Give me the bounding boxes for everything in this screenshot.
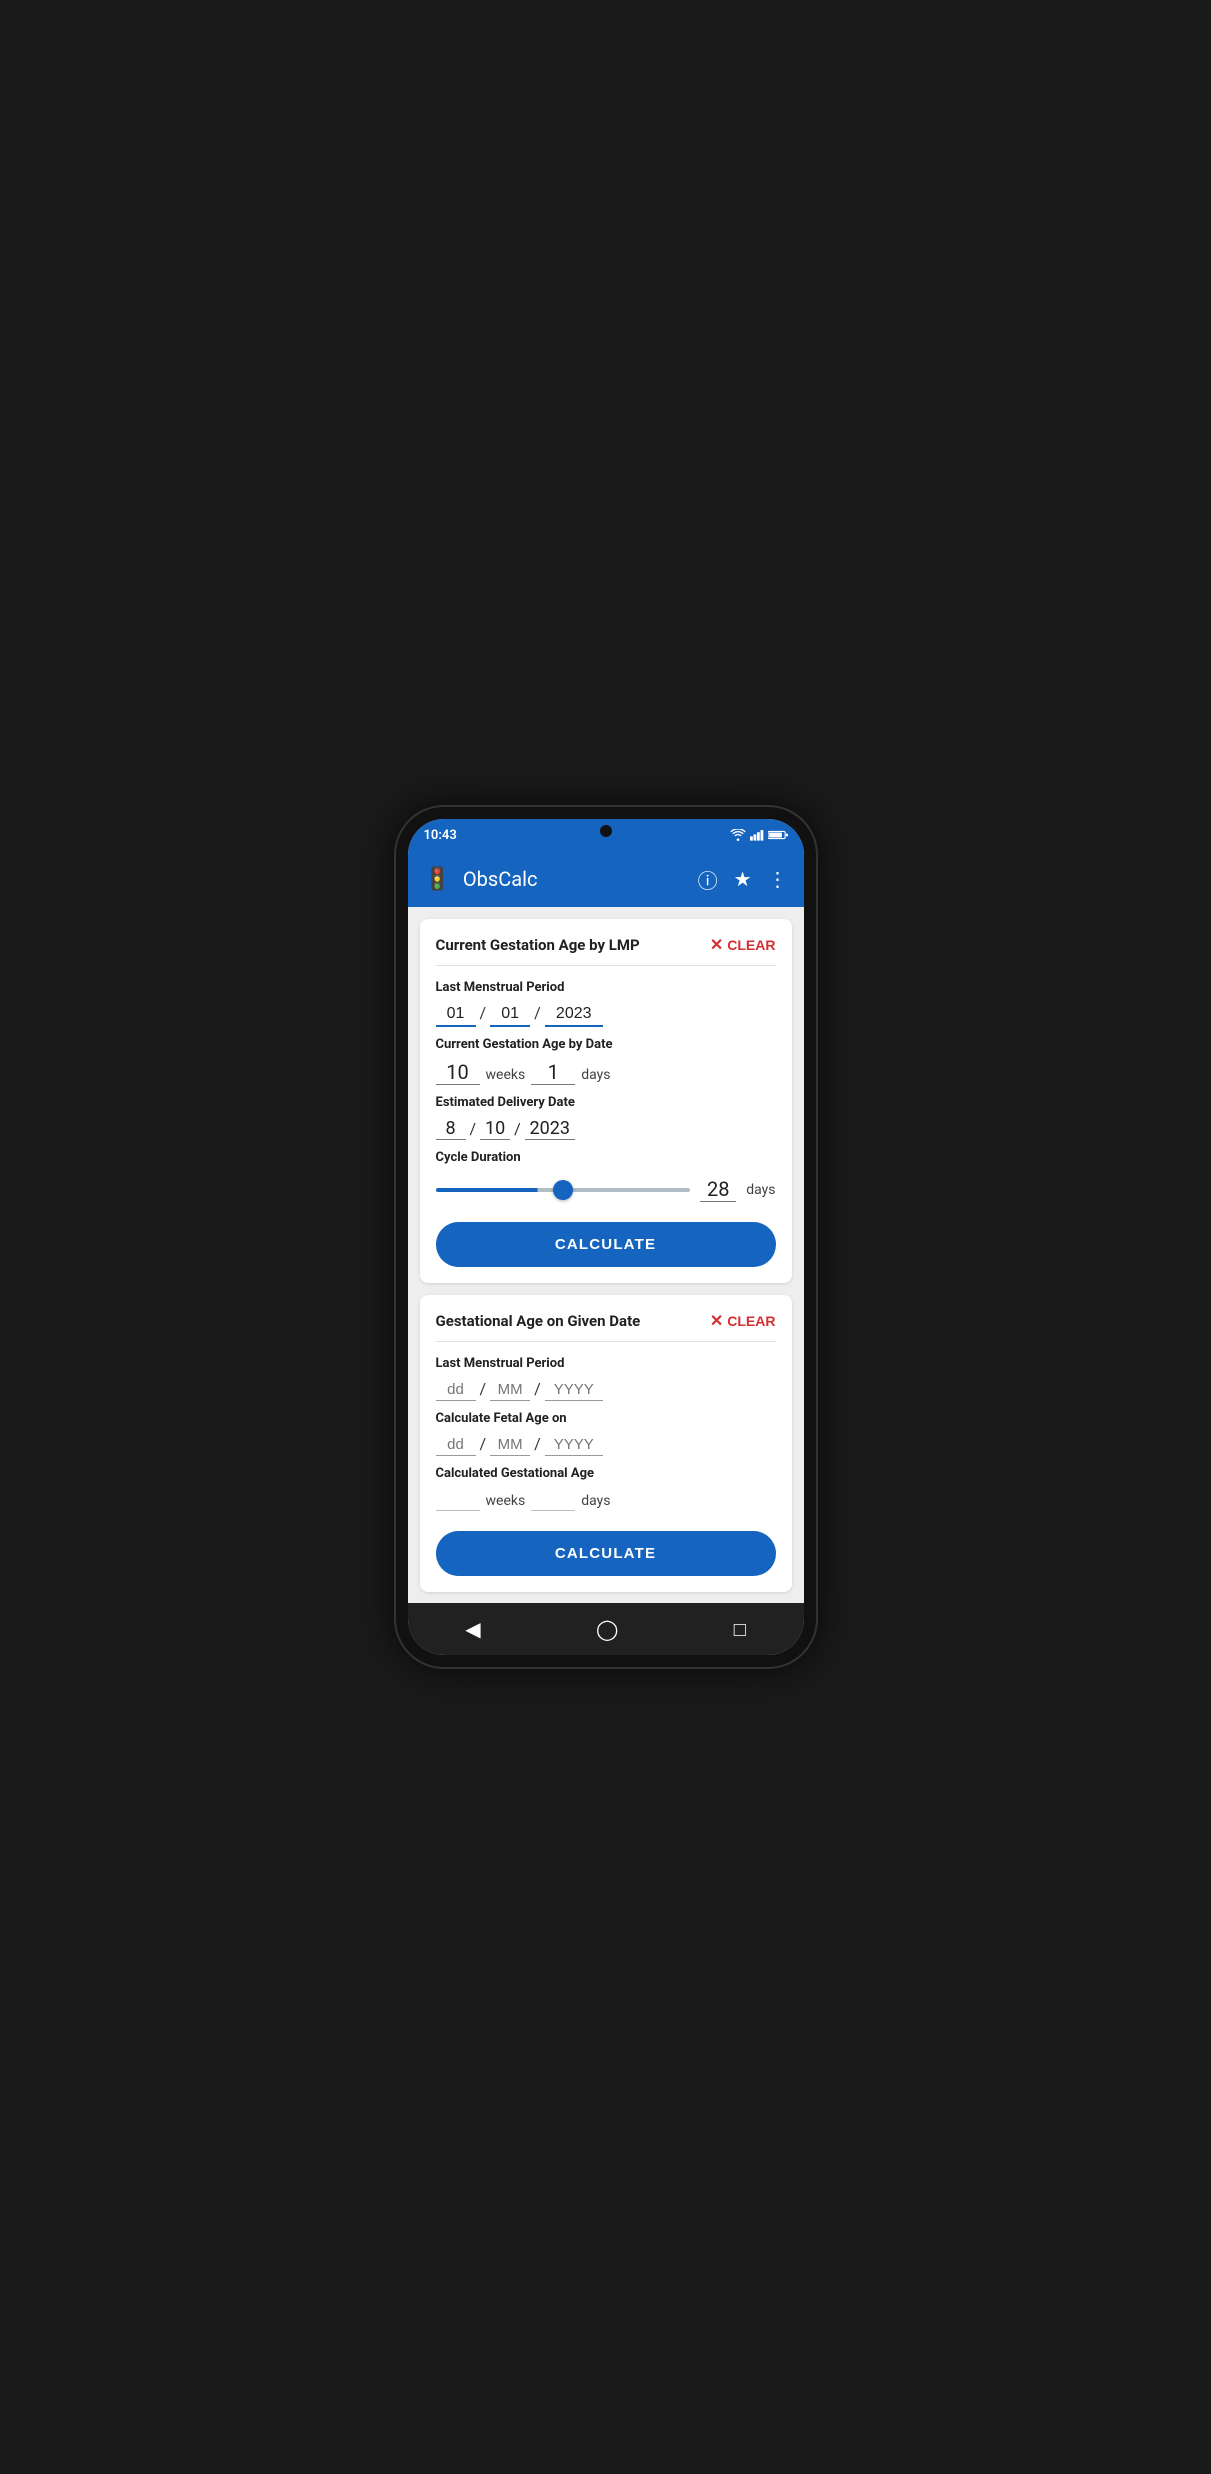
card2-date-sep-1: / [480, 1379, 487, 1398]
gestation-weeks-value: 10 [436, 1060, 480, 1085]
edd-month-value: 10 [480, 1118, 510, 1140]
edd-day-value: 8 [436, 1118, 466, 1140]
edd-sep-1: / [470, 1119, 477, 1138]
lmp-year-input[interactable] [545, 1003, 603, 1027]
card-gestational-date: Gestational Age on Given Date ✕ CLEAR La… [420, 1295, 792, 1592]
camera-notch [600, 825, 612, 837]
card2-calculate-button[interactable]: CALCULATE [436, 1531, 776, 1576]
content-area: Current Gestation Age by LMP ✕ CLEAR Las… [408, 907, 804, 1603]
gestation-result-row: 10 weeks 1 days [436, 1060, 776, 1085]
nav-home-icon[interactable]: ◯ [596, 1617, 618, 1641]
edd-label: Estimated Delivery Date [436, 1095, 776, 1110]
fetal-date-row: / / [436, 1434, 776, 1456]
edd-sep-2: / [514, 1119, 521, 1138]
fetal-month-input[interactable] [490, 1434, 530, 1456]
card1-clear-button[interactable]: ✕ CLEAR [710, 935, 776, 955]
fetal-year-input[interactable] [545, 1434, 603, 1456]
stroller-icon: 🚦 [424, 867, 451, 892]
gestation-days-unit: days [581, 1067, 610, 1083]
card2-clear-button[interactable]: ✕ CLEAR [710, 1311, 776, 1331]
lmp-month-input[interactable] [490, 1003, 530, 1027]
card2-header: Gestational Age on Given Date ✕ CLEAR [436, 1311, 776, 1342]
card2-date-sep-2: / [534, 1379, 541, 1398]
card2-lmp-day-input[interactable] [436, 1379, 476, 1401]
gestation-label: Current Gestation Age by Date [436, 1037, 776, 1052]
cycle-slider-container: 28 days [436, 1177, 776, 1202]
more-icon[interactable]: ⋮ [768, 867, 788, 891]
card2-lmp-label: Last Menstrual Period [436, 1356, 776, 1371]
result-days-value [531, 1489, 575, 1511]
cycle-days-unit: days [746, 1182, 775, 1198]
card1-title: Current Gestation Age by LMP [436, 936, 640, 954]
status-time: 10:43 [424, 828, 457, 843]
cycle-label: Cycle Duration [436, 1150, 776, 1165]
result-weeks-value [436, 1489, 480, 1511]
result-days-unit: days [581, 1493, 610, 1509]
date-sep-2: / [534, 1003, 541, 1022]
nav-bar: ◀ ◯ □ [408, 1603, 804, 1655]
slider-row: 28 days [436, 1177, 776, 1202]
app-title: ObsCalc [463, 867, 686, 891]
result-label: Calculated Gestational Age [436, 1466, 776, 1481]
card2-clear-label: CLEAR [727, 1313, 775, 1329]
phone-frame: 10:43 [396, 807, 816, 1667]
card1-clear-label: CLEAR [727, 937, 775, 953]
wifi-icon [730, 829, 746, 841]
app-bar-actions: ⓘ ★ ⋮ [698, 865, 788, 894]
fetal-sep-2: / [534, 1434, 541, 1453]
nav-back-icon[interactable]: ◀ [465, 1617, 480, 1641]
card1-header: Current Gestation Age by LMP ✕ CLEAR [436, 935, 776, 966]
date-sep-1: / [480, 1003, 487, 1022]
cycle-slider[interactable] [436, 1188, 691, 1192]
app-bar: 🚦 ObsCalc ⓘ ★ ⋮ [408, 851, 804, 907]
card2-title: Gestational Age on Given Date [436, 1312, 641, 1330]
clear-x2-icon: ✕ [710, 1311, 723, 1331]
help-icon[interactable]: ⓘ [698, 865, 718, 894]
result-weeks-unit: weeks [486, 1493, 526, 1509]
signal-icon [750, 829, 764, 841]
gestation-weeks-unit: weeks [486, 1067, 526, 1083]
lmp-label: Last Menstrual Period [436, 980, 776, 995]
lmp-day-input[interactable] [436, 1003, 476, 1027]
card-lmp-current: Current Gestation Age by LMP ✕ CLEAR Las… [420, 919, 792, 1283]
star-icon[interactable]: ★ [734, 867, 752, 891]
clear-x-icon: ✕ [710, 935, 723, 955]
phone-screen: 10:43 [408, 819, 804, 1655]
card2-lmp-year-input[interactable] [545, 1379, 603, 1401]
fetal-age-label: Calculate Fetal Age on [436, 1411, 776, 1426]
fetal-sep-1: / [480, 1434, 487, 1453]
result-row: weeks days [436, 1489, 776, 1511]
nav-recent-icon[interactable]: □ [734, 1617, 746, 1642]
card1-calculate-button[interactable]: CALCULATE [436, 1222, 776, 1267]
lmp-date-row: / / [436, 1003, 776, 1027]
cycle-days-value: 28 [700, 1177, 736, 1202]
card2-lmp-date-row: / / [436, 1379, 776, 1401]
fetal-day-input[interactable] [436, 1434, 476, 1456]
card2-lmp-month-input[interactable] [490, 1379, 530, 1401]
gestation-days-value: 1 [531, 1060, 575, 1085]
edd-date-row: 8 / 10 / 2023 [436, 1118, 776, 1140]
edd-year-value: 2023 [525, 1118, 575, 1140]
battery-icon [768, 829, 788, 841]
status-icons [730, 829, 788, 841]
